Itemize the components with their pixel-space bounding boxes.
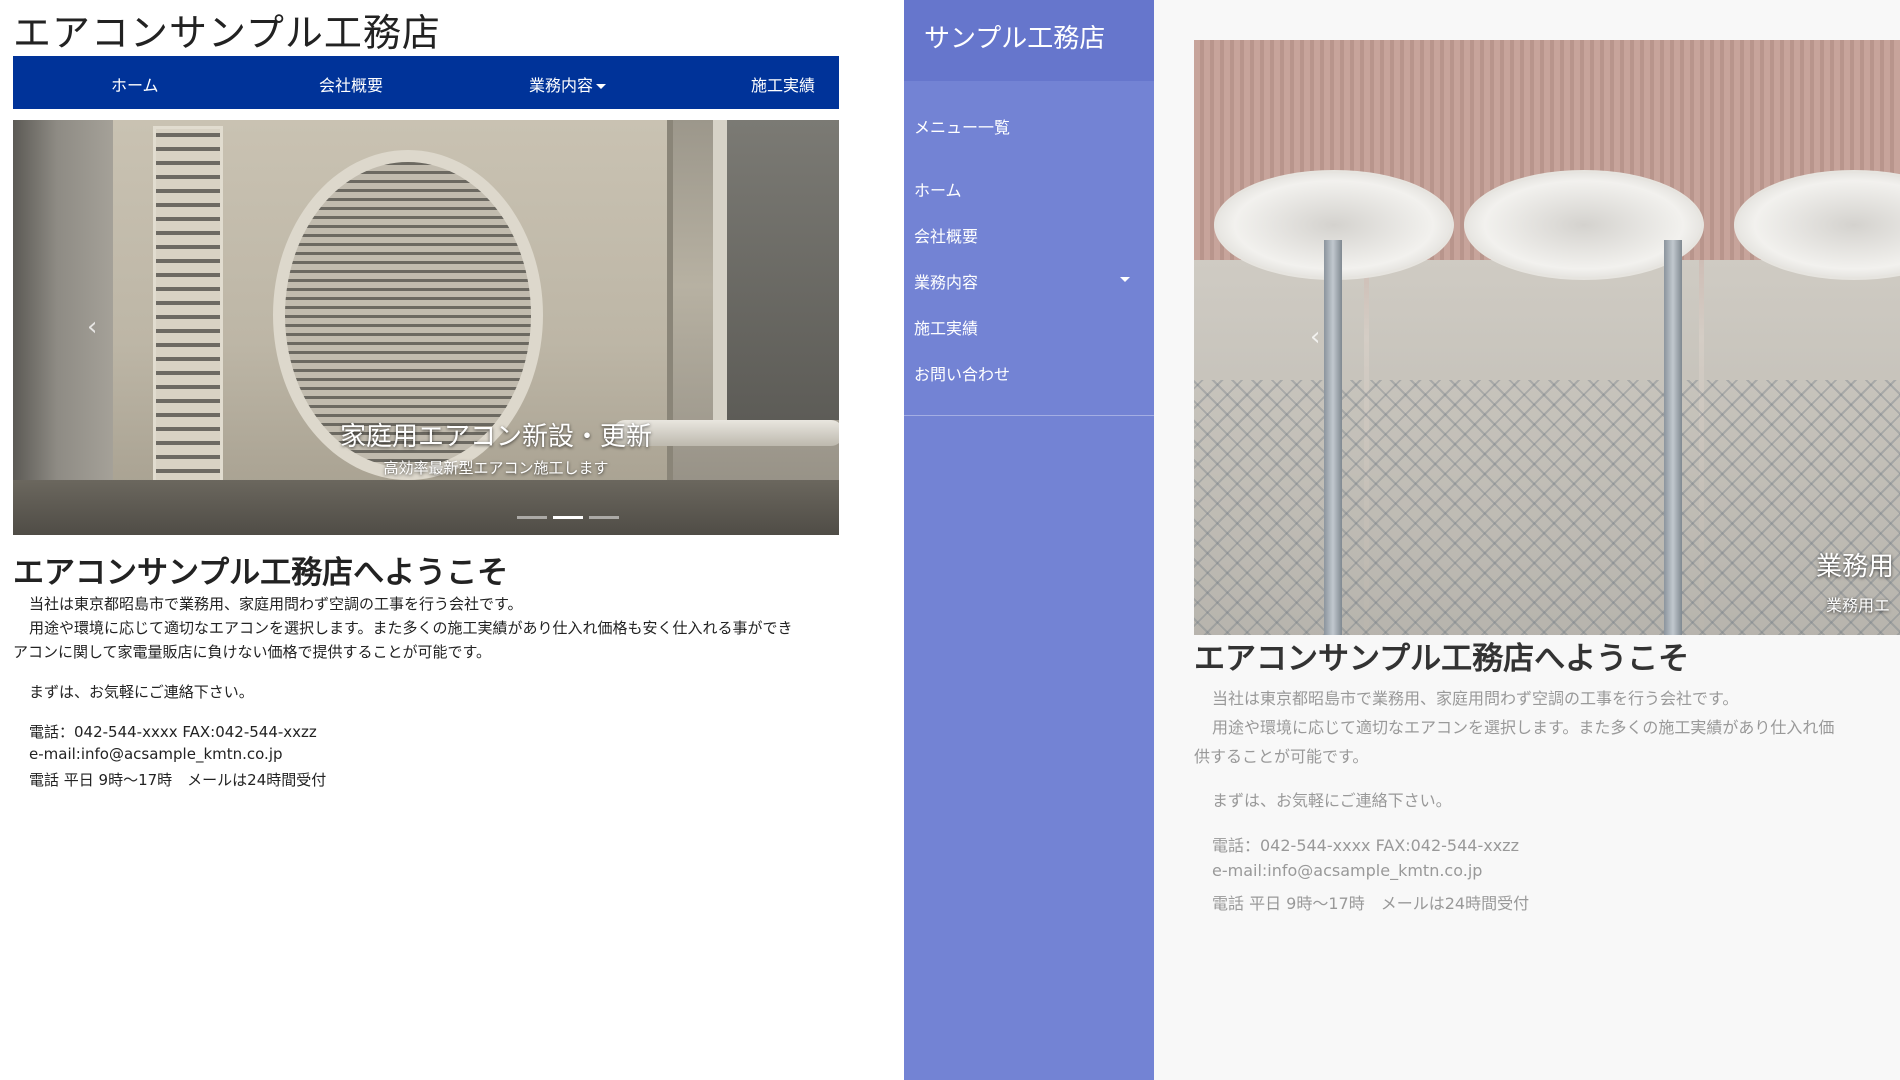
intro-line-3: アコンに関して家電量販店に負けない価格で提供することが可能です。	[13, 643, 492, 661]
sidebar-item-label: お問い合わせ	[914, 365, 1011, 384]
left-page: エアコンサンプル工務店 ホーム 会社概要 業務内容 施工実績 ‹ 家庭用エアコン…	[0, 0, 904, 1080]
caret-down-icon	[1120, 277, 1130, 282]
hero-carousel: ‹ 家庭用エアコン新設・更新 高効率最新型エアコン施工します	[13, 120, 839, 535]
contact-phone: 電話：042-544-xxxx FAX:042-544-xxzz	[29, 723, 317, 741]
contact-hours: 電話 平日 9時～17時 メールは24時間受付	[1212, 894, 1530, 913]
right-page: ‹ 業務用 業務用エ エアコンサンプル工務店へようこそ 当社は東京都昭島市で業務…	[1154, 0, 1900, 1080]
carousel-indicator-active[interactable]	[553, 516, 583, 519]
nav-company[interactable]: 会社概要	[319, 72, 383, 96]
carousel-caption-title: 家庭用エアコン新設・更新	[339, 422, 652, 452]
intro-line-3: 供することが可能です。	[1194, 747, 1369, 766]
nav-works[interactable]: 施工実績	[751, 72, 815, 96]
contact-hours: 電話 平日 9時～17時 メールは24時間受付	[29, 771, 327, 789]
carousel-indicators	[517, 516, 619, 519]
carousel-prev-icon[interactable]: ‹	[1310, 324, 1320, 350]
sidebar-title[interactable]: サンプル工務店	[924, 18, 1105, 55]
intro-line-1: 当社は東京都昭島市で業務用、家庭用問わず空調の工事を行う会社です。	[1212, 689, 1739, 708]
carousel-prev-icon[interactable]: ‹	[87, 314, 97, 340]
nav-works-label: 施工実績	[751, 76, 816, 95]
sidebar-header: サンプル工務店	[904, 0, 1154, 81]
carousel-indicator[interactable]	[589, 516, 619, 519]
sidebar-item-works[interactable]: 施工実績	[914, 315, 1144, 339]
sidebar-item-home[interactable]: ホーム	[914, 177, 1144, 201]
carousel-indicator[interactable]	[517, 516, 547, 519]
contact-phone: 電話：042-544-xxxx FAX:042-544-xxzz	[1212, 836, 1519, 855]
contact-prompt: まずは、お気軽にご連絡下さい。	[29, 683, 254, 701]
sidebar-item-label: 施工実績	[914, 319, 979, 338]
intro-line-2: 用途や環境に応じて適切なエアコンを選択します。また多くの施工実績があり仕入れ価格…	[29, 619, 793, 637]
intro-line-1: 当社は東京都昭島市で業務用、家庭用問わず空調の工事を行う会社です。	[29, 595, 523, 613]
carousel-caption-subtitle: 高効率最新型エアコン施工します	[383, 459, 609, 477]
sidebar-item-label: 会社概要	[914, 227, 979, 246]
sidebar: サンプル工務店 メニュー一覧 ホーム 会社概要 業務内容 施工実績 お問い合わせ	[904, 0, 1154, 1080]
sidebar-item-label: 業務内容	[914, 273, 979, 292]
sidebar-item-services[interactable]: 業務内容	[914, 269, 1144, 293]
contact-email[interactable]: e-mail:info@acsample_kmtn.co.jp	[13, 745, 839, 763]
carousel-caption-title: 業務用	[1816, 552, 1895, 582]
carousel-image-commercial-aircon-units	[1194, 40, 1900, 635]
hero-carousel-right: ‹ 業務用 業務用エ	[1194, 40, 1900, 635]
nav-home-label: ホーム	[111, 76, 159, 95]
carousel-caption-subtitle: 業務用エ	[1826, 596, 1891, 615]
nav-company-label: 会社概要	[319, 76, 384, 95]
sidebar-item-contact[interactable]: お問い合わせ	[914, 361, 1144, 385]
sidebar-divider	[904, 415, 1154, 416]
site-title: エアコンサンプル工務店	[13, 11, 441, 55]
top-navbar: ホーム 会社概要 業務内容 施工実績	[13, 56, 839, 109]
nav-services-label: 業務内容	[529, 76, 594, 95]
nav-home[interactable]: ホーム	[111, 72, 159, 96]
sidebar-item-company[interactable]: 会社概要	[914, 223, 1144, 247]
welcome-heading: エアコンサンプル工務店へようこそ	[1194, 641, 1690, 677]
caret-down-icon	[596, 84, 607, 89]
sidebar-menu-label: メニュー一覧	[914, 118, 1011, 137]
contact-email[interactable]: e-mail:info@acsample_kmtn.co.jp	[1194, 861, 1482, 880]
intro-line-2: 用途や環境に応じて適切なエアコンを選択します。また多くの施工実績があり仕入れ価	[1212, 718, 1835, 737]
sidebar-item-label: ホーム	[914, 181, 962, 200]
nav-services-dropdown[interactable]: 業務内容	[529, 72, 607, 96]
contact-prompt: まずは、お気軽にご連絡下さい。	[1212, 791, 1452, 810]
welcome-heading: エアコンサンプル工務店へようこそ	[13, 555, 509, 591]
